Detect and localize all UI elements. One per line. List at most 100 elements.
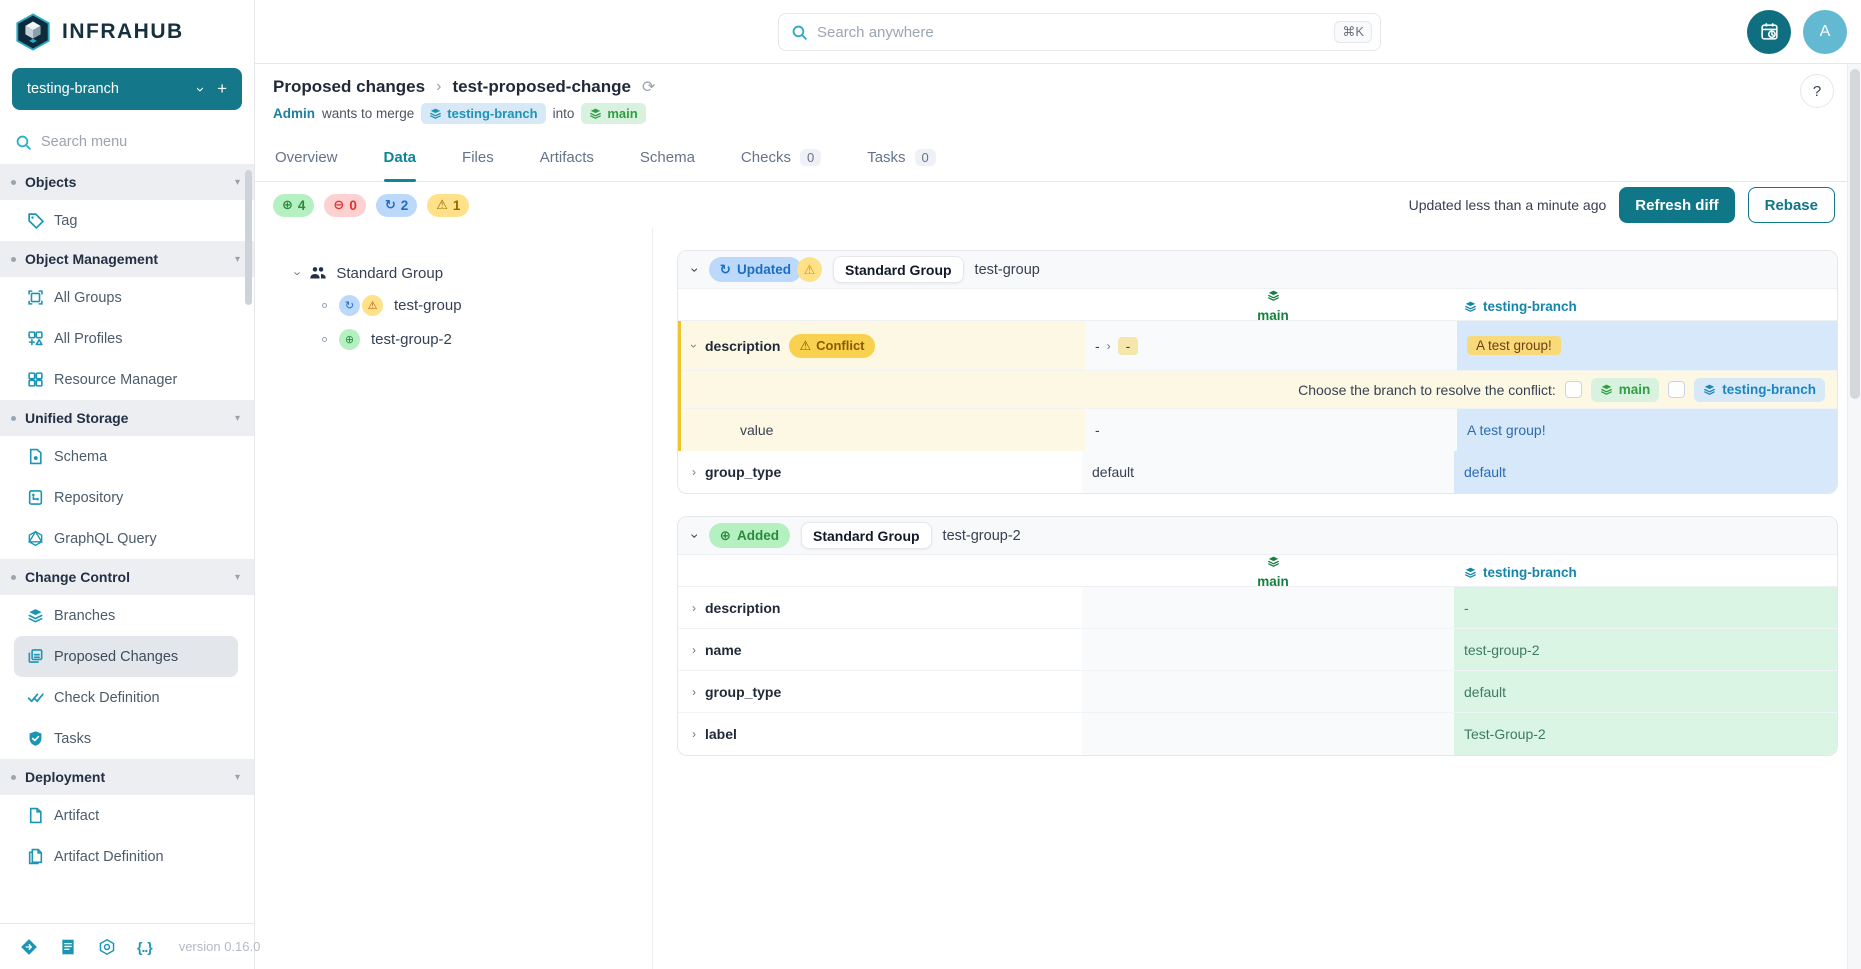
global-search-input[interactable] [817, 24, 1325, 41]
docs-icon[interactable] [59, 938, 77, 956]
avatar[interactable]: A [1803, 10, 1847, 54]
branch-icon [1464, 566, 1477, 579]
chevron-right-icon[interactable]: › [692, 466, 696, 478]
breadcrumb-separator: › [436, 78, 441, 96]
git-icon[interactable] [20, 938, 38, 956]
main-value-cell [1082, 671, 1454, 712]
main-option-pill[interactable]: main [1591, 378, 1660, 402]
updated-count-badge: ↻2 [376, 194, 417, 217]
swagger-icon[interactable]: {..} [137, 939, 152, 955]
refresh-diff-button[interactable]: Refresh diff [1619, 187, 1734, 223]
author-link[interactable]: Admin [273, 106, 315, 121]
bullet-icon [11, 180, 16, 185]
menu-search-input[interactable] [41, 134, 211, 150]
nav-group-change-control[interactable]: Change Control ▾ [0, 559, 254, 595]
tab-overview[interactable]: Overview [275, 134, 338, 181]
tab-checks[interactable]: Checks0 [741, 134, 821, 181]
chevron-right-icon[interactable]: › [692, 728, 696, 740]
attribute-cell: › name [678, 629, 1082, 670]
testing-branch-checkbox[interactable] [1668, 381, 1685, 398]
sidebar-item-proposed-changes[interactable]: Proposed Changes [14, 636, 238, 677]
chevron-right-icon[interactable]: › [692, 686, 696, 698]
new-value-chip: - [1118, 337, 1139, 355]
logo[interactable]: INFRAHUB [0, 0, 254, 64]
chevron-down-icon[interactable]: › [688, 533, 702, 538]
diff-card-header[interactable]: › ↻Updated ⚠ Standard Group test-group [678, 251, 1837, 289]
columns-header: main testing-branch [678, 555, 1837, 587]
diff-card-header[interactable]: › ⊕Added Standard Group test-group-2 [678, 517, 1837, 555]
chevron-right-icon[interactable]: › [692, 602, 696, 614]
main-value-cell [1082, 629, 1454, 670]
attribute-row-group-type[interactable]: › group_type default [678, 671, 1837, 713]
help-button[interactable]: ? [1800, 74, 1834, 108]
diff-card-test-group-2: › ⊕Added Standard Group test-group-2 mai… [677, 516, 1838, 756]
tab-data[interactable]: Data [384, 134, 417, 181]
sidebar-scrollbar[interactable] [245, 170, 252, 305]
testing-branch-option-pill[interactable]: testing-branch [1694, 378, 1825, 402]
sync-icon: ↻ [720, 262, 731, 278]
nav-group-objects[interactable]: Objects ▾ [0, 164, 254, 200]
menu-search[interactable] [0, 120, 254, 164]
chevron-right-icon[interactable]: › [692, 644, 696, 656]
sidebar-item-resource-manager[interactable]: Resource Manager [14, 359, 238, 400]
toolbar-right: Updated less than a minute ago Refresh d… [1409, 187, 1835, 223]
nav-group-unified-storage[interactable]: Unified Storage ▾ [0, 400, 254, 436]
tab-artifacts[interactable]: Artifacts [540, 134, 594, 181]
tree-node-test-group-2[interactable]: ⊕ test-group-2 [322, 329, 652, 350]
rebase-button[interactable]: Rebase [1748, 187, 1835, 223]
version-label: version 0.16.0 [179, 939, 261, 954]
global-search[interactable]: ⌘K [778, 13, 1381, 51]
tab-tasks[interactable]: Tasks0 [867, 134, 936, 181]
branch-value-cell: - [1454, 587, 1837, 628]
attribute-row-name[interactable]: › name test-group-2 [678, 629, 1837, 671]
scrollbar-thumb[interactable] [1850, 69, 1860, 399]
graphql-sandbox-icon[interactable] [98, 938, 116, 956]
attribute-row-description[interactable]: › description - [678, 587, 1837, 629]
sidebar-item-all-groups[interactable]: All Groups [14, 277, 238, 318]
columns-header: main testing-branch [678, 289, 1837, 321]
chevron-down-icon[interactable]: › [688, 267, 702, 272]
branch-selector[interactable]: testing-branch › + [12, 68, 242, 110]
bullet-icon [11, 416, 16, 421]
sidebar-item-label: Repository [54, 490, 123, 506]
target-branch-badge[interactable]: main [581, 103, 645, 124]
tab-schema[interactable]: Schema [640, 134, 695, 181]
sidebar-item-check-definition[interactable]: Check Definition [14, 677, 238, 718]
source-branch-badge[interactable]: testing-branch [421, 103, 545, 124]
sidebar-item-all-profiles[interactable]: All Profiles [14, 318, 238, 359]
branch-value-cell: A test group! [1457, 321, 1837, 370]
caret-down-icon: ▾ [235, 254, 240, 265]
sidebar-item-tasks[interactable]: Tasks [14, 718, 238, 759]
sidebar-item-schema[interactable]: Schema [14, 436, 238, 477]
branch-value-cell: test-group-2 [1454, 629, 1837, 670]
sidebar-item-tag[interactable]: Tag [14, 200, 238, 241]
refresh-icon[interactable]: ⟳ [642, 77, 655, 97]
tree-node-standard-group[interactable]: › Standard Group [296, 264, 652, 282]
branch-icon [1703, 383, 1716, 396]
sidebar-footer: {..} version 0.16.0 [0, 923, 254, 969]
sidebar-item-branches[interactable]: Branches [14, 595, 238, 636]
bullet-icon [11, 575, 16, 580]
tree-node-test-group[interactable]: ↻ ⚠ test-group [322, 295, 652, 316]
add-branch-button[interactable]: + [217, 79, 227, 99]
page-scrollbar[interactable] [1847, 64, 1861, 969]
breadcrumb-root[interactable]: Proposed changes [273, 77, 425, 97]
sidebar-item-repository[interactable]: Repository [14, 477, 238, 518]
sidebar-item-artifact[interactable]: Artifact [14, 795, 238, 836]
attribute-row-group-type[interactable]: › group_type default default [678, 451, 1837, 493]
attribute-row-label[interactable]: › label Test-Group-2 [678, 713, 1837, 755]
main-checkbox[interactable] [1565, 381, 1582, 398]
tabs: Overview Data Files Artifacts Schema Che… [255, 134, 1861, 182]
tasks-calendar-button[interactable] [1747, 10, 1791, 54]
tab-label: Schema [640, 149, 695, 166]
branch-value-cell: default [1454, 671, 1837, 712]
chevron-down-icon[interactable]: › [688, 344, 700, 348]
sidebar-item-graphql-query[interactable]: GraphQL Query [14, 518, 238, 559]
sidebar-item-artifact-definition[interactable]: Artifact Definition [14, 836, 238, 877]
nav-group-object-management[interactable]: Object Management ▾ [0, 241, 254, 277]
groups-icon [27, 289, 44, 306]
attribute-row-description[interactable]: › description ⚠Conflict - › - A test gro… [681, 321, 1837, 371]
tab-files[interactable]: Files [462, 134, 494, 181]
nav-group-deployment[interactable]: Deployment ▾ [0, 759, 254, 795]
search-icon [15, 134, 32, 151]
